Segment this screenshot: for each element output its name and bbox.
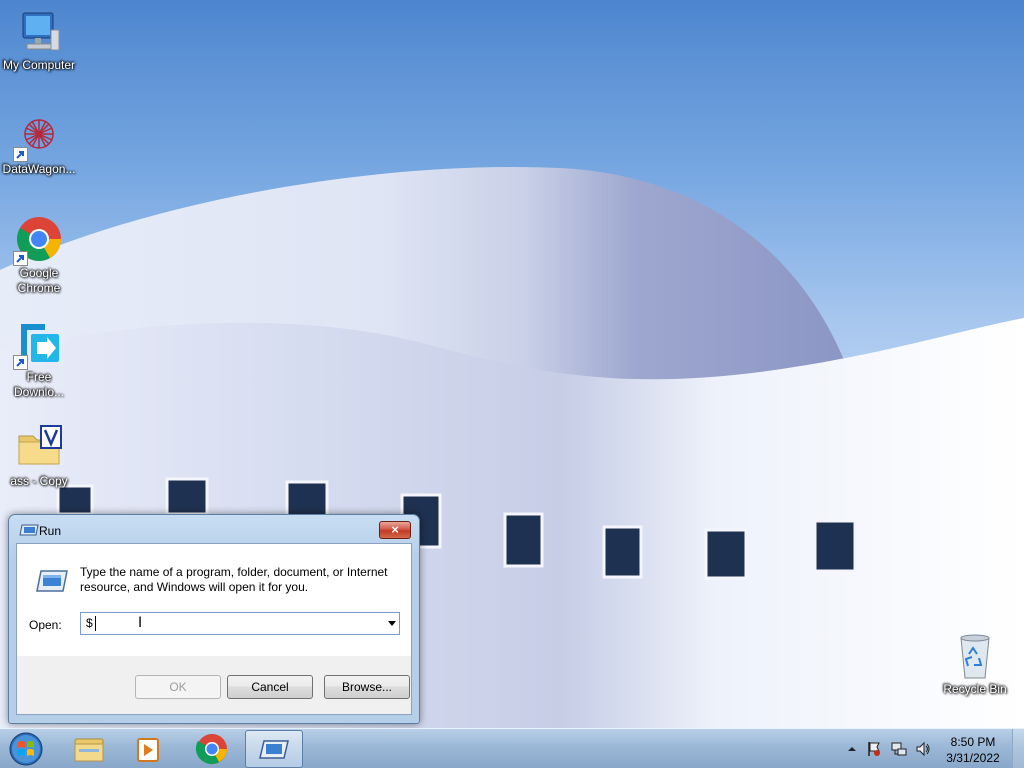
chrome-icon — [195, 734, 227, 765]
desktop-icon-recycle-bin[interactable]: Recycle Bin — [936, 632, 1014, 697]
ok-button[interactable]: OK — [135, 675, 221, 699]
recycle-bin-icon — [951, 632, 999, 680]
dialog-title: Run — [39, 524, 62, 538]
show-hidden-icons-icon[interactable] — [844, 741, 860, 757]
clock-time: 8:50 PM — [950, 735, 996, 749]
free-download-manager-icon — [13, 320, 63, 370]
desktop-icon-datawagon[interactable]: DataWagon... — [0, 112, 78, 177]
taskbar-media-player[interactable] — [120, 730, 178, 768]
shortcut-arrow-icon — [13, 147, 28, 162]
clock[interactable]: 8:50 PM 3/31/2022 — [938, 734, 1008, 766]
desktop-icon-label: DataWagon... — [2, 162, 76, 176]
close-button[interactable]: × — [379, 521, 411, 539]
browse-button[interactable]: Browse... — [324, 675, 410, 699]
desktop-icon-ass-copy[interactable]: ass - Copy — [0, 424, 78, 489]
taskbar: 8:50 PM 3/31/2022 — [0, 728, 1024, 768]
datawagon-icon — [13, 112, 63, 162]
computer-icon — [15, 8, 63, 56]
run-program-icon — [259, 740, 289, 759]
text-caret — [95, 616, 96, 631]
desktop-icon-label: Recycle Bin — [943, 682, 1007, 696]
folder-icon — [74, 738, 104, 762]
open-combobox[interactable]: $ — [80, 612, 400, 635]
desktop-icon-label: Google Chrome — [17, 266, 61, 295]
volume-icon[interactable] — [915, 741, 931, 757]
desktop-icon-google-chrome[interactable]: Google Chrome — [0, 216, 78, 296]
media-player-icon — [137, 738, 159, 762]
close-icon: × — [391, 522, 399, 537]
open-input[interactable]: $ — [86, 616, 93, 630]
shortcut-arrow-icon — [13, 355, 28, 370]
desktop-icon-label: Free Downlo... — [13, 370, 65, 399]
run-title-icon — [18, 523, 40, 537]
desktop-icon-my-computer[interactable]: My Computer — [0, 8, 78, 73]
chrome-icon — [13, 216, 63, 266]
network-icon[interactable] — [891, 741, 907, 757]
desktop-icon-label: ass - Copy — [10, 474, 68, 488]
run-dialog: Run × Type the name of a program, folder… — [8, 514, 420, 724]
cancel-button[interactable]: Cancel — [227, 675, 313, 699]
folder-icon — [15, 424, 63, 472]
show-desktop-button[interactable] — [1012, 729, 1024, 768]
taskbar-run-dialog[interactable] — [245, 730, 303, 768]
desktop-icon-free-download[interactable]: Free Downlo... — [0, 320, 78, 400]
dialog-body: Type the name of a program, folder, docu… — [16, 543, 412, 715]
clock-date: 3/31/2022 — [946, 751, 1000, 765]
desktop-icon-label: My Computer — [2, 58, 76, 72]
ibeam-cursor-icon: Ⅰ — [138, 615, 143, 631]
dropdown-arrow-icon[interactable] — [388, 621, 396, 626]
windows-logo-icon — [9, 732, 43, 766]
open-label: Open: — [29, 618, 62, 632]
taskbar-google-chrome[interactable] — [183, 730, 241, 768]
dialog-description: Type the name of a program, folder, docu… — [80, 565, 388, 594]
start-button[interactable] — [4, 730, 48, 768]
taskbar-windows-explorer[interactable] — [60, 730, 118, 768]
action-center-flag-icon[interactable] — [866, 741, 882, 757]
shortcut-arrow-icon — [13, 251, 28, 266]
run-program-icon — [35, 568, 69, 594]
